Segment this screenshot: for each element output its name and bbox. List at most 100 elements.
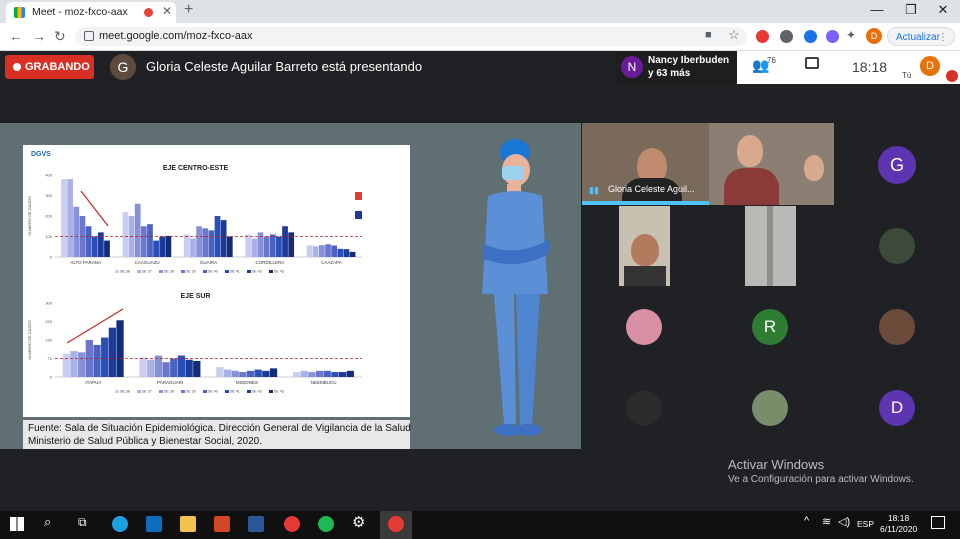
omnibox[interactable]: meet.google.com/moz-fxco-aax bbox=[75, 27, 747, 46]
flowers-avatar[interactable] bbox=[626, 309, 662, 345]
edge-icon[interactable] bbox=[112, 516, 128, 532]
chart-bar bbox=[308, 372, 316, 377]
url-text: meet.google.com/moz-fxco-aax bbox=[99, 30, 253, 42]
y-tick-label: 225 bbox=[45, 319, 52, 324]
meet-favicon-icon bbox=[14, 7, 25, 18]
presenting-text: Gloria Celeste Aguilar Barreto está pres… bbox=[146, 59, 423, 74]
tray-chevron-icon[interactable]: ^ bbox=[804, 515, 809, 527]
outdoor-photo-avatar[interactable] bbox=[752, 390, 788, 426]
chat-icon[interactable] bbox=[805, 57, 819, 69]
volume-icon[interactable]: ◁) bbox=[838, 515, 850, 528]
chart-bar bbox=[245, 234, 252, 257]
wifi-icon[interactable]: ≋ bbox=[822, 515, 831, 528]
chart-bar bbox=[263, 236, 270, 257]
new-tab-button[interactable]: + bbox=[184, 1, 193, 19]
maximize-button[interactable]: ❐ bbox=[896, 2, 926, 18]
chart-bar bbox=[338, 372, 347, 377]
mail-icon[interactable] bbox=[146, 516, 162, 532]
puzzle-icon[interactable]: ✦ bbox=[846, 28, 856, 42]
chart-bar bbox=[226, 236, 233, 257]
active-chrome-taskbar-item[interactable] bbox=[380, 511, 412, 539]
chart-bar bbox=[325, 244, 331, 257]
legend-label: SE 39 bbox=[186, 270, 196, 274]
word-icon[interactable] bbox=[248, 516, 264, 532]
legend-swatch bbox=[159, 270, 163, 273]
chart-bar bbox=[292, 372, 301, 377]
browser-tab[interactable]: Meet - moz-fxco-aax ✕ bbox=[6, 2, 176, 23]
legend-label: SE 36 bbox=[120, 270, 130, 274]
forward-icon[interactable]: → bbox=[32, 28, 46, 44]
legend-swatch bbox=[247, 390, 251, 393]
graduate-avatar[interactable] bbox=[879, 309, 915, 345]
presenter-avatar: G bbox=[110, 54, 136, 80]
update-label: Actualizar bbox=[896, 32, 940, 43]
legend-swatch bbox=[225, 270, 229, 273]
task-view-icon[interactable]: ⧉ bbox=[78, 515, 87, 530]
y-tick-label: 200 bbox=[45, 214, 52, 219]
nurse-illustration bbox=[482, 139, 550, 436]
update-button[interactable]: Actualizar ⋮ bbox=[887, 27, 955, 46]
dark-photo-avatar[interactable] bbox=[626, 390, 662, 426]
wall-line bbox=[767, 206, 773, 286]
y-tick-label: 0 bbox=[50, 255, 53, 260]
chart-bar bbox=[61, 179, 67, 257]
legend-swatch bbox=[159, 390, 163, 393]
file-explorer-icon[interactable] bbox=[180, 516, 196, 532]
video-tile[interactable] bbox=[619, 206, 670, 286]
chrome-icon[interactable] bbox=[284, 516, 300, 532]
participant-body bbox=[624, 266, 666, 286]
video-tile[interactable] bbox=[745, 206, 796, 286]
taskbar-time: 18:18 bbox=[887, 513, 910, 523]
participant-photo-avatar[interactable] bbox=[879, 228, 915, 264]
powerpoint-icon[interactable] bbox=[214, 516, 230, 532]
participant-avatar: N bbox=[621, 56, 643, 78]
chart-bar bbox=[101, 337, 109, 377]
back-icon[interactable]: ← bbox=[9, 28, 23, 44]
chart-bar bbox=[67, 179, 74, 257]
windows-start-icon[interactable] bbox=[10, 517, 24, 531]
reload-icon[interactable]: ↻ bbox=[54, 28, 66, 45]
y-axis-label: NUMERO DE CASOS bbox=[27, 320, 32, 360]
tile-avatar-g[interactable]: G bbox=[878, 146, 916, 184]
pinterest-icon[interactable] bbox=[756, 30, 769, 43]
profile-avatar[interactable]: D bbox=[866, 28, 882, 44]
tile-avatar-d[interactable]: D bbox=[879, 390, 915, 426]
chart-bar bbox=[346, 370, 354, 377]
extension-gear-icon[interactable] bbox=[826, 30, 839, 43]
extension-circle-icon[interactable] bbox=[780, 30, 793, 43]
chart-bar bbox=[190, 238, 196, 257]
chart-bar bbox=[343, 249, 350, 257]
tile-avatar-r[interactable]: R bbox=[752, 309, 788, 345]
windows-taskbar bbox=[0, 511, 960, 539]
chart-bar bbox=[282, 226, 288, 257]
star-icon[interactable]: ☆ bbox=[728, 27, 740, 43]
camera-icon[interactable]: ■ bbox=[705, 29, 712, 41]
taskbar-date: 6/11/2020 bbox=[880, 524, 918, 534]
chart-bar bbox=[70, 351, 78, 377]
category-label: GUAIRA bbox=[200, 260, 217, 265]
close-tab-icon[interactable]: ✕ bbox=[162, 4, 172, 18]
chart-bar bbox=[251, 238, 258, 257]
extension-blue-icon[interactable] bbox=[804, 30, 817, 43]
dgvs-logo: DGVS bbox=[31, 151, 51, 158]
minimize-button[interactable]: — bbox=[862, 2, 892, 17]
chrome-icon bbox=[388, 516, 404, 532]
category-label: ALTO PARANA bbox=[70, 260, 101, 265]
close-window-button[interactable]: ✕ bbox=[928, 2, 958, 18]
settings-gear-icon[interactable]: ⚙ bbox=[352, 513, 365, 531]
legend-red-square bbox=[355, 192, 362, 200]
legend-label: SE 42 bbox=[252, 270, 262, 274]
chart-title: EJE CENTRO-ESTE bbox=[163, 165, 229, 172]
search-icon[interactable]: ⌕ bbox=[44, 514, 51, 530]
language-indicator[interactable]: ESP bbox=[857, 519, 874, 529]
chart-bar bbox=[108, 327, 116, 377]
spotify-icon[interactable] bbox=[318, 516, 334, 532]
legend-label: SE 37 bbox=[142, 270, 152, 274]
video-tile[interactable] bbox=[709, 123, 834, 205]
chart-bar bbox=[288, 232, 295, 257]
notifications-icon[interactable] bbox=[931, 516, 945, 529]
chart-bar bbox=[349, 251, 356, 257]
speaking-indicator bbox=[582, 201, 709, 205]
self-avatar[interactable]: D bbox=[920, 56, 940, 76]
taskbar-clock[interactable]: 18:18 6/11/2020 bbox=[880, 513, 917, 535]
